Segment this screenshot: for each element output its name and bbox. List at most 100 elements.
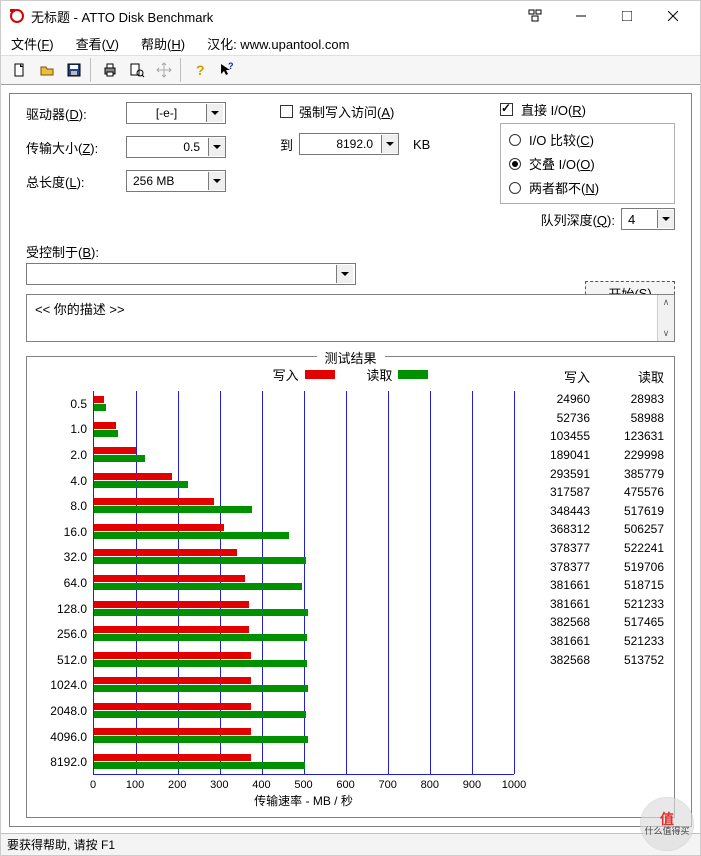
- read-value: 521233: [590, 634, 664, 648]
- table-row: 368312506257: [516, 520, 664, 539]
- y-tick-label: 8.0: [35, 493, 91, 519]
- direct-io-label: 直接 I/O(R): [521, 100, 586, 119]
- maximize-button[interactable]: [604, 2, 650, 30]
- y-tick-label: 16.0: [35, 519, 91, 545]
- x-tick-label: 600: [336, 779, 354, 791]
- print-preview-icon[interactable]: [124, 58, 150, 82]
- bar-row: [94, 519, 514, 545]
- write-value: 317587: [516, 485, 590, 499]
- table-row: 381661518715: [516, 576, 664, 595]
- read-value: 521233: [590, 597, 664, 611]
- io-overlap-radio[interactable]: [509, 158, 521, 170]
- read-bar: [94, 557, 306, 564]
- transfer-to-select[interactable]: 8192.0: [299, 133, 399, 155]
- svg-text:?: ?: [228, 62, 234, 71]
- y-tick-label: 128.0: [35, 596, 91, 622]
- move-icon[interactable]: [151, 58, 177, 82]
- table-row: 2496028983: [516, 390, 664, 409]
- close-button[interactable]: [650, 2, 696, 30]
- table-row: 317587475576: [516, 483, 664, 502]
- chevron-down-icon: [206, 104, 223, 122]
- controlled-by-select[interactable]: [26, 263, 356, 285]
- table-row: 378377519706: [516, 557, 664, 576]
- length-value: 256 MB: [129, 174, 206, 188]
- window-title: 无标题 - ATTO Disk Benchmark: [31, 7, 213, 26]
- minimize-button[interactable]: [558, 2, 604, 30]
- read-bar: [94, 736, 308, 743]
- write-bar: [94, 677, 251, 684]
- col-read-header: 读取: [590, 367, 664, 386]
- write-bar: [94, 601, 249, 608]
- svg-text:?: ?: [196, 62, 205, 78]
- read-value: 58988: [590, 411, 664, 425]
- io-mode-group: I/O 比较(C) 交叠 I/O(O) 两者都不(N): [500, 123, 675, 204]
- open-icon[interactable]: [34, 58, 60, 82]
- description-box[interactable]: << 你的描述 >> ∧∨: [26, 294, 675, 342]
- drive-select[interactable]: [-e-]: [126, 102, 226, 124]
- bar-row: [94, 748, 514, 774]
- x-tick-label: 900: [463, 779, 481, 791]
- force-write-checkbox[interactable]: [280, 105, 293, 118]
- menu-view[interactable]: 查看(V): [76, 34, 119, 53]
- queue-depth-value: 4: [624, 212, 655, 227]
- bar-row: [94, 646, 514, 672]
- x-axis-title: 传输速率 - MB / 秒: [93, 792, 514, 809]
- bar-row: [94, 442, 514, 468]
- write-value: 381661: [516, 597, 590, 611]
- new-icon[interactable]: [7, 58, 33, 82]
- read-value: 517465: [590, 615, 664, 629]
- help-icon[interactable]: ?: [187, 58, 213, 82]
- x-tick-label: 200: [168, 779, 186, 791]
- display-settings-icon[interactable]: [512, 2, 558, 30]
- length-select[interactable]: 256 MB: [126, 170, 226, 192]
- direct-io-checkbox[interactable]: [500, 103, 513, 116]
- queue-depth-select[interactable]: 4: [621, 208, 675, 230]
- whatsthis-icon[interactable]: ?: [214, 58, 240, 82]
- read-value: 522241: [590, 541, 664, 555]
- read-value: 28983: [590, 392, 664, 406]
- table-row: 382568517465: [516, 613, 664, 632]
- table-row: 189041229998: [516, 446, 664, 465]
- transfer-from-select[interactable]: 0.5: [126, 136, 226, 158]
- y-tick-label: 256.0: [35, 621, 91, 647]
- bar-row: [94, 391, 514, 417]
- y-tick-label: 4.0: [35, 468, 91, 494]
- save-icon[interactable]: [61, 58, 87, 82]
- table-row: 381661521233: [516, 632, 664, 651]
- legend-write-swatch: [305, 370, 335, 379]
- read-value: 518715: [590, 578, 664, 592]
- print-icon[interactable]: [97, 58, 123, 82]
- y-tick-label: 64.0: [35, 570, 91, 596]
- bar-row: [94, 672, 514, 698]
- write-value: 52736: [516, 411, 590, 425]
- queue-depth-label: 队列深度(Q):: [541, 210, 615, 229]
- write-bar: [94, 524, 224, 531]
- write-value: 103455: [516, 429, 590, 443]
- write-value: 293591: [516, 467, 590, 481]
- write-bar: [94, 396, 104, 403]
- y-tick-label: 1.0: [35, 417, 91, 443]
- io-neither-radio[interactable]: [509, 182, 521, 194]
- chevron-down-icon: [208, 172, 225, 190]
- io-compare-radio[interactable]: [509, 134, 521, 146]
- main-panel: 驱动器(D): [-e-] 传输大小(Z): 0.5 总长度(L): 256 M…: [9, 93, 692, 827]
- titlebar: 无标题 - ATTO Disk Benchmark: [1, 1, 700, 31]
- menu-help[interactable]: 帮助(H): [141, 34, 185, 53]
- menu-file[interactable]: 文件(F): [11, 34, 54, 53]
- write-bar: [94, 652, 251, 659]
- drive-label: 驱动器(D):: [26, 104, 126, 123]
- read-value: 385779: [590, 467, 664, 481]
- chevron-down-icon: [208, 138, 225, 156]
- transfer-to-value: 8192.0: [302, 137, 379, 151]
- col-write-header: 写入: [516, 367, 590, 386]
- write-value: 381661: [516, 634, 590, 648]
- read-value: 123631: [590, 429, 664, 443]
- statusbar: 要获得帮助, 请按 F1: [1, 833, 700, 855]
- read-value: 229998: [590, 448, 664, 462]
- write-bar: [94, 422, 116, 429]
- scrollbar[interactable]: ∧∨: [657, 295, 674, 341]
- table-row: 381661521233: [516, 595, 664, 614]
- y-tick-label: 0.5: [35, 391, 91, 417]
- read-bar: [94, 660, 307, 667]
- chevron-down-icon: [336, 265, 353, 283]
